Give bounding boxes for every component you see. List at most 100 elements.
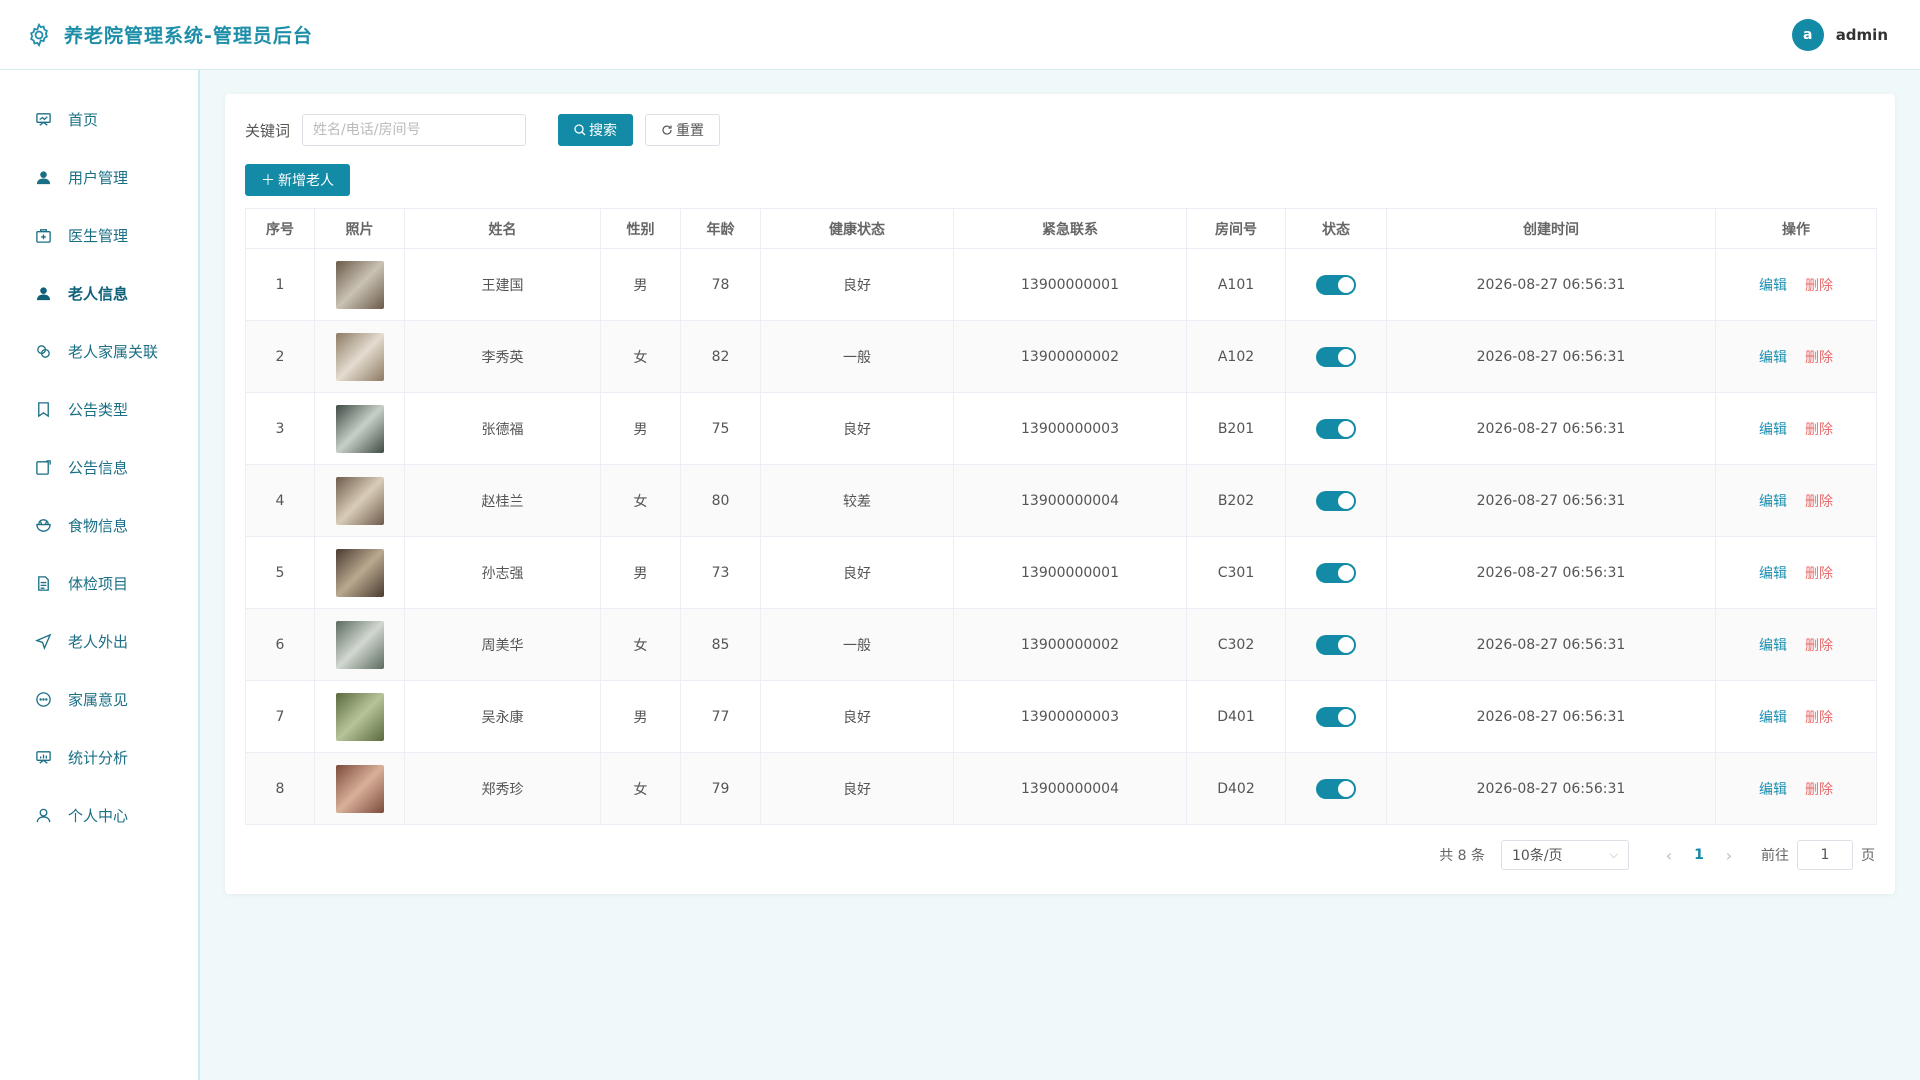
sidebar-item-elder-family[interactable]: 老人家属关联 [0, 322, 198, 380]
status-toggle[interactable] [1316, 274, 1356, 295]
pagination: 共 8 条 10条/页 ⌵ ‹ 1 › 前往 1 页 [245, 839, 1875, 871]
page-size-value: 10条/页 [1512, 848, 1563, 864]
elder-photo[interactable] [335, 764, 384, 813]
elder-photo[interactable] [335, 548, 384, 597]
reset-button-label: 重置 [676, 123, 705, 139]
delete-button[interactable]: 删除 [1805, 638, 1833, 654]
photo-cell [314, 464, 405, 537]
elder-photo[interactable] [335, 332, 384, 381]
table-row: 7 吴永康男 77 良好 13900000003 D401 2026-08-27 06:56… [245, 680, 1877, 753]
elder-photo[interactable] [335, 260, 384, 309]
sidebar-item-statistics[interactable]: 统计分析 [0, 728, 198, 786]
app-title: 养老院管理系统-管理员后台 [64, 25, 313, 47]
status-toggle[interactable] [1316, 634, 1356, 655]
elder-photo[interactable] [335, 692, 384, 741]
photo-cell [314, 536, 405, 609]
health-status-cell: 一般 [760, 608, 954, 681]
elder-photo[interactable] [335, 476, 384, 525]
search-input[interactable] [302, 114, 527, 146]
age-cell: 73 [680, 536, 761, 609]
person-icon [34, 806, 52, 824]
delete-button[interactable]: 删除 [1805, 494, 1833, 510]
created-time-cell: 2026-08-27 06:56:31 [1386, 464, 1716, 537]
room-number-cell: C302 [1186, 608, 1286, 681]
refresh-icon [662, 125, 672, 135]
search-button[interactable]: 搜索 [558, 114, 634, 146]
add-elder-button[interactable]: ＋ 新增老人 [245, 164, 350, 196]
status-toggle[interactable] [1316, 418, 1356, 439]
page-size-select[interactable]: 10条/页 ⌵ [1501, 840, 1629, 870]
chat-icon [34, 690, 52, 708]
sidebar-item-home[interactable]: 首页 [0, 90, 198, 148]
elder-name-cell: 张德福 [404, 392, 601, 465]
sidebar-item-feedback[interactable]: 家属意见 [0, 670, 198, 728]
status-toggle[interactable] [1316, 778, 1356, 799]
emergency-contact-cell: 13900000001 [953, 248, 1187, 321]
actions-cell: 编辑 删除 [1715, 536, 1877, 609]
edit-button[interactable]: 编辑 [1759, 638, 1787, 654]
delete-button[interactable]: 删除 [1805, 278, 1833, 294]
delete-button[interactable]: 删除 [1805, 350, 1833, 366]
sidebar-item-profile[interactable]: 个人中心 [0, 786, 198, 844]
sidebar-item-notice-types[interactable]: 公告类型 [0, 380, 198, 438]
health-status-cell: 一般 [760, 320, 954, 393]
user-icon [34, 168, 52, 186]
health-status-cell: 良好 [760, 248, 954, 321]
edit-button[interactable]: 编辑 [1759, 278, 1787, 294]
sidebar-item-label: 统计分析 [68, 748, 129, 767]
edit-button[interactable]: 编辑 [1759, 710, 1787, 726]
sidebar-item-outings[interactable]: 老人外出 [0, 612, 198, 670]
health-status-cell: 良好 [760, 536, 954, 609]
avatar[interactable]: a [1791, 18, 1824, 51]
actions-cell: 编辑 删除 [1715, 320, 1877, 393]
delete-button[interactable]: 删除 [1805, 566, 1833, 582]
sidebar-item-checkups[interactable]: 体检项目 [0, 554, 198, 612]
delete-button[interactable]: 删除 [1805, 782, 1833, 798]
delete-button[interactable]: 删除 [1805, 710, 1833, 726]
page-number-current[interactable]: 1 [1685, 847, 1713, 863]
status-cell [1285, 536, 1387, 609]
prev-page-icon[interactable]: ‹ [1653, 846, 1685, 865]
sidebar-item-users[interactable]: 用户管理 [0, 148, 198, 206]
age-cell: 79 [680, 752, 761, 825]
photo-cell [314, 392, 405, 465]
status-toggle[interactable] [1316, 706, 1356, 727]
sidebar-item-label: 公告信息 [68, 458, 129, 477]
table-row: 3 张德福男 75 良好 13900000003 B201 2026-08-27 06:56… [245, 392, 1877, 465]
edit-button[interactable]: 编辑 [1759, 782, 1787, 798]
created-time-cell: 2026-08-27 06:56:31 [1386, 320, 1716, 393]
status-toggle[interactable] [1316, 490, 1356, 511]
room-number-cell: D402 [1186, 752, 1286, 825]
created-time-cell: 2026-08-27 06:56:31 [1386, 680, 1716, 753]
actions-cell: 编辑 删除 [1715, 608, 1877, 681]
username[interactable]: admin [1836, 26, 1888, 44]
emergency-contact-cell: 13900000004 [953, 464, 1187, 537]
sidebar-item-elders[interactable]: 老人信息 [0, 264, 198, 322]
edit-button[interactable]: 编辑 [1759, 566, 1787, 582]
edit-button[interactable]: 编辑 [1759, 350, 1787, 366]
sidebar-item-label: 老人家属关联 [68, 342, 159, 361]
status-cell [1285, 392, 1387, 465]
elder-photo[interactable] [335, 404, 384, 453]
age-cell: 78 [680, 248, 761, 321]
user-menu[interactable]: a admin [1791, 18, 1888, 51]
sidebar-item-label: 公告类型 [68, 400, 129, 419]
sidebar-item-notices[interactable]: 公告信息 [0, 438, 198, 496]
elder-photo[interactable] [335, 620, 384, 669]
sidebar-item-food[interactable]: 食物信息 [0, 496, 198, 554]
next-page-icon[interactable]: › [1713, 846, 1745, 865]
age-cell: 82 [680, 320, 761, 393]
edit-button[interactable]: 编辑 [1759, 494, 1787, 510]
status-toggle[interactable] [1316, 346, 1356, 367]
edit-button[interactable]: 编辑 [1759, 422, 1787, 438]
search-icon [574, 124, 586, 136]
sidebar-item-doctors[interactable]: 医生管理 [0, 206, 198, 264]
brand: 养老院管理系统-管理员后台 [26, 21, 313, 48]
status-toggle[interactable] [1316, 562, 1356, 583]
status-cell [1285, 320, 1387, 393]
status-cell [1285, 680, 1387, 753]
delete-button[interactable]: 删除 [1805, 422, 1833, 438]
goto-page-input[interactable]: 1 [1797, 840, 1853, 870]
reset-button[interactable]: 重置 [645, 114, 721, 146]
column-header: 创建时间 [1386, 208, 1716, 249]
